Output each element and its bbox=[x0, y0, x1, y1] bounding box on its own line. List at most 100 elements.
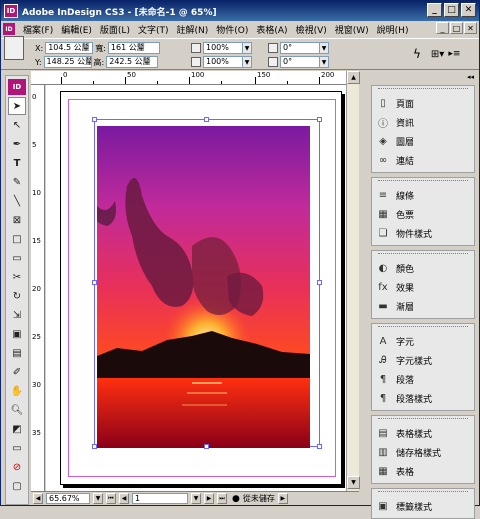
panel-item-tags[interactable]: ▣ 標籤樣式 bbox=[372, 497, 474, 516]
menu-type[interactable]: 文字(T) bbox=[134, 23, 173, 36]
next-page-button[interactable]: ▶ bbox=[204, 493, 214, 504]
y-field[interactable]: 148.25 公釐 bbox=[43, 56, 92, 68]
document-canvas[interactable] bbox=[46, 85, 346, 491]
menu-table[interactable]: 表格(A) bbox=[252, 23, 291, 36]
scissors-tool-icon[interactable]: ✂ bbox=[8, 268, 26, 286]
h-field[interactable]: 242.5 公釐 bbox=[106, 56, 159, 68]
panel-item-character-styles[interactable]: Ꭿ 字元樣式 bbox=[372, 351, 474, 370]
menu-layout[interactable]: 版面(L) bbox=[96, 23, 134, 36]
reference-point-icon[interactable] bbox=[4, 36, 24, 60]
panel-item-table-styles[interactable]: ▤ 表格樣式 bbox=[372, 424, 474, 443]
panel-group-grip[interactable] bbox=[378, 180, 468, 184]
panel-group-grip[interactable] bbox=[378, 491, 468, 495]
rectangle-frame-tool-icon[interactable]: ⊠ bbox=[8, 211, 26, 229]
frame-handle-bm[interactable] bbox=[204, 444, 209, 449]
minimize-button[interactable]: _ bbox=[427, 3, 442, 17]
close-button[interactable]: ✕ bbox=[461, 3, 476, 17]
panel-item-gradient[interactable]: ▬ 漸層 bbox=[372, 297, 474, 316]
panel-item-effects[interactable]: fx 效果 bbox=[372, 278, 474, 297]
scroll-track[interactable] bbox=[347, 84, 359, 476]
panel-group-grip[interactable] bbox=[378, 326, 468, 330]
vertical-ruler[interactable]: 0 5 10 15 20 25 30 35 bbox=[31, 85, 45, 491]
rotate-tool-icon[interactable]: ↻ bbox=[8, 287, 26, 305]
panel-item-info[interactable]: ⓘ 資訊 bbox=[372, 113, 474, 132]
maximize-button[interactable]: □ bbox=[444, 3, 459, 17]
page-field[interactable]: 1 bbox=[132, 493, 188, 504]
sunset-image[interactable] bbox=[97, 126, 310, 448]
line-tool-icon[interactable]: ╲ bbox=[8, 192, 26, 210]
hand-tool-icon[interactable]: ✋ bbox=[8, 382, 26, 400]
indesign-app-icon[interactable]: ID bbox=[4, 4, 18, 18]
save-status-dropdown[interactable]: ▶ bbox=[277, 493, 288, 504]
panel-item-character[interactable]: A 字元 bbox=[372, 332, 474, 351]
scale-tool-icon[interactable]: ⇲ bbox=[8, 306, 26, 324]
panel-group-grip[interactable] bbox=[378, 418, 468, 422]
scroll-down-arrow[interactable]: ▼ bbox=[347, 476, 360, 489]
page-dropdown[interactable]: ▼ bbox=[191, 493, 201, 504]
panel-group-grip[interactable] bbox=[378, 88, 468, 92]
panel-item-object-styles[interactable]: ❏ 物件樣式 bbox=[372, 224, 474, 243]
frame-handle-mr[interactable] bbox=[317, 280, 322, 285]
button-tool-icon[interactable]: ▭ bbox=[8, 249, 26, 267]
menu-file[interactable]: 檔案(F) bbox=[19, 23, 57, 36]
zoom-dropdown[interactable]: ▼ bbox=[93, 493, 103, 504]
menu-view[interactable]: 檢視(V) bbox=[292, 23, 331, 36]
scale-x-dropdown[interactable]: ▼ bbox=[243, 42, 252, 54]
frame-handle-tl[interactable] bbox=[92, 117, 97, 122]
type-tool-icon[interactable]: T bbox=[8, 154, 26, 172]
shear-dropdown[interactable]: ▼ bbox=[320, 56, 329, 68]
lightning-icon[interactable]: ϟ bbox=[413, 47, 421, 61]
x-field[interactable]: 104.5 公釐 bbox=[45, 42, 94, 54]
prev-page-button[interactable]: ◀ bbox=[119, 493, 129, 504]
menu-edit[interactable]: 編輯(E) bbox=[57, 23, 96, 36]
menu-notes[interactable]: 註解(N) bbox=[173, 23, 213, 36]
frame-handle-br[interactable] bbox=[317, 444, 322, 449]
gradient-tool-icon[interactable]: ▣ bbox=[8, 325, 26, 343]
zoom-tool-icon[interactable]: 🔍︎ bbox=[8, 401, 26, 419]
eyedropper-tool-icon[interactable]: ✐ bbox=[8, 363, 26, 381]
scroll-left-arrow[interactable]: ◀ bbox=[33, 493, 43, 504]
formatting-icon[interactable]: ▭ bbox=[8, 439, 26, 457]
options-icon[interactable]: ▸≡ bbox=[448, 49, 460, 59]
frame-handle-ml[interactable] bbox=[92, 280, 97, 285]
pencil-tool-icon[interactable]: ✎ bbox=[8, 173, 26, 191]
menu-help[interactable]: 說明(H) bbox=[373, 23, 413, 36]
panel-item-color[interactable]: ◐ 顏色 bbox=[372, 259, 474, 278]
panel-item-paragraph-styles[interactable]: ¶ 段落樣式 bbox=[372, 389, 474, 408]
document-icon[interactable]: ID bbox=[3, 23, 15, 35]
frame-handle-tm[interactable] bbox=[204, 117, 209, 122]
note-tool-icon[interactable]: ▤ bbox=[8, 344, 26, 362]
rotate-dropdown[interactable]: ▼ bbox=[320, 42, 329, 54]
menu-object[interactable]: 物件(O) bbox=[212, 23, 252, 36]
selection-tool-icon[interactable]: ➤ bbox=[8, 97, 26, 115]
doc-restore-button[interactable]: □ bbox=[450, 22, 463, 34]
scale-y-field[interactable]: 100% bbox=[203, 56, 243, 68]
frame-handle-tr[interactable] bbox=[317, 117, 322, 122]
shear-field[interactable]: 0° bbox=[280, 56, 320, 68]
panel-item-layers[interactable]: ◈ 圖層 bbox=[372, 132, 474, 151]
preflight-icon[interactable]: ● bbox=[232, 494, 240, 504]
vertical-scrollbar[interactable]: ▲ ▼ bbox=[346, 71, 360, 491]
frame-handle-bl[interactable] bbox=[92, 444, 97, 449]
panel-item-links[interactable]: ∞ 連結 bbox=[372, 151, 474, 170]
panel-group-grip[interactable] bbox=[378, 253, 468, 257]
doc-close-button[interactable]: ✕ bbox=[464, 22, 477, 34]
panel-item-table[interactable]: ▦ 表格 bbox=[372, 462, 474, 481]
scroll-up-arrow[interactable]: ▲ bbox=[347, 71, 360, 84]
rectangle-tool-icon[interactable]: □ bbox=[8, 230, 26, 248]
scale-y-dropdown[interactable]: ▼ bbox=[243, 56, 252, 68]
first-page-button[interactable]: ⏮ bbox=[106, 493, 116, 504]
panel-item-paragraph[interactable]: ¶ 段落 bbox=[372, 370, 474, 389]
fill-stroke-icon[interactable]: ◩ bbox=[8, 420, 26, 438]
doc-minimize-button[interactable]: _ bbox=[436, 22, 449, 34]
last-page-button[interactable]: ⏭ bbox=[217, 493, 227, 504]
pen-tool-icon[interactable]: ✒ bbox=[8, 135, 26, 153]
panel-item-swatches[interactable]: ▦ 色票 bbox=[372, 205, 474, 224]
menu-window[interactable]: 視窗(W) bbox=[331, 23, 373, 36]
scale-x-field[interactable]: 100% bbox=[203, 42, 243, 54]
dock-collapse-icon[interactable]: ◂◂ bbox=[363, 71, 477, 83]
horizontal-ruler[interactable]: 0 50 100 150 200 bbox=[31, 71, 346, 85]
w-field[interactable]: 161 公釐 bbox=[107, 42, 160, 54]
zoom-field[interactable]: 65.67% bbox=[46, 493, 90, 504]
panel-item-page[interactable]: ▯ 頁面 bbox=[372, 94, 474, 113]
